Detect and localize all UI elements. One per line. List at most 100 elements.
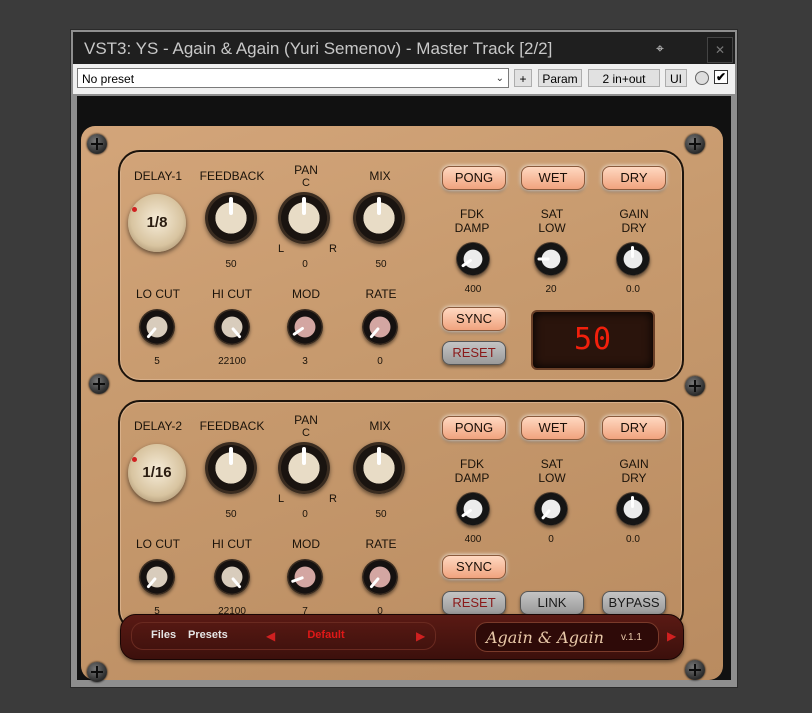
mod-knob[interactable] [287,559,323,595]
hi-cut-label: HI CUT [212,537,252,551]
hi-cut-knob[interactable] [214,309,250,345]
close-icon[interactable]: ✕ [707,37,733,63]
reset-button[interactable]: RESET [442,591,506,615]
gain-dry-label: GAIN DRY [619,457,649,485]
knob-indicator-icon [229,447,233,465]
pin-icon[interactable]: ⌖ [656,40,664,57]
rate-value: 0 [377,356,383,367]
knob-indicator-icon [460,508,473,518]
preset-browser [131,622,436,650]
screw-icon [89,374,109,394]
title-bar: VST3: YS - Again & Again (Yuri Semenov) … [73,32,735,64]
rate-label: RATE [365,287,397,301]
mix-label: MIX [369,169,391,183]
wet-dry-knob-icon[interactable] [695,71,709,85]
rate-knob[interactable] [362,309,398,345]
ui-button[interactable]: UI [665,69,687,87]
pan-right-label: R [329,493,337,505]
fdk-damp-label: FDK DAMP [454,207,490,235]
rate-label: RATE [365,537,397,551]
feedback-label: FEEDBACK [199,169,265,183]
pan-center-label: C [302,427,310,439]
delay-2-label: DELAY-2 [133,419,183,433]
delay-2-time-value: 1/16 [142,464,172,481]
fdk-damp-label: FDK DAMP [454,457,490,485]
lo-cut-knob[interactable] [139,559,175,595]
gain-dry-knob[interactable] [616,242,650,276]
mix-label: MIX [369,419,391,433]
delay-2-time-knob[interactable]: 1/16 [128,444,186,502]
feedback-knob[interactable] [205,192,257,244]
bypass-button[interactable]: BYPASS [602,591,666,615]
bypass-checkbox[interactable]: ✔ [714,70,728,84]
gain-dry-value: 0.0 [626,284,640,295]
mod-knob[interactable] [287,309,323,345]
sat-low-knob[interactable] [534,242,568,276]
dry-button[interactable]: DRY [602,416,666,440]
lo-cut-value: 5 [154,356,160,367]
window-title: VST3: YS - Again & Again (Yuri Semenov) … [84,39,553,58]
knob-indicator-icon [369,326,381,339]
screw-icon [685,376,705,396]
sat-low-knob[interactable] [534,492,568,526]
screw-icon [87,134,107,154]
pan-knob[interactable] [278,192,330,244]
fdk-damp-knob[interactable] [456,492,490,526]
indicator-dot-icon [132,207,137,212]
feedback-value: 50 [225,259,237,270]
pan-left-label: L [277,243,285,255]
pan-knob[interactable] [278,442,330,494]
prev-preset-icon[interactable]: ◀ [266,629,275,643]
sync-button[interactable]: SYNC [442,555,506,579]
feedback-knob[interactable] [205,442,257,494]
knob-indicator-icon [146,576,158,589]
fdk-damp-value: 400 [464,534,482,545]
link-button[interactable]: LINK [520,591,584,615]
knob-indicator-icon [302,447,306,465]
hi-cut-knob[interactable] [214,559,250,595]
host-toolbar: No preset ⌄ + Param 2 in+out UI ✔ [73,64,735,94]
presets-link[interactable]: Presets [188,629,228,641]
reset-button[interactable]: RESET [442,341,506,365]
next-preset-icon[interactable]: ▶ [416,629,425,643]
pan-left-label: L [277,493,285,505]
mix-knob[interactable] [353,192,405,244]
param-button[interactable]: Param [538,69,582,87]
wet-button[interactable]: WET [521,166,585,190]
knob-indicator-icon [377,447,381,465]
sync-button[interactable]: SYNC [442,307,506,331]
gain-dry-knob[interactable] [616,492,650,526]
feedback-label: FEEDBACK [199,419,265,433]
menu-arrow-icon[interactable]: ▶ [667,629,676,643]
version-label: v.1.1 [621,632,642,643]
wet-button[interactable]: WET [521,416,585,440]
gain-dry-value: 0.0 [626,534,640,545]
rate-knob[interactable] [362,559,398,595]
knob-indicator-icon [290,575,305,584]
fdk-damp-knob[interactable] [456,242,490,276]
pong-button[interactable]: PONG [442,416,506,440]
pan-value: 0 [302,259,308,270]
mix-value: 50 [375,259,387,270]
add-preset-button[interactable]: + [514,69,532,87]
mix-knob[interactable] [353,442,405,494]
preset-dropdown-value: No preset [82,72,135,86]
preset-dropdown[interactable]: No preset ⌄ [77,68,509,88]
dry-button[interactable]: DRY [602,166,666,190]
files-link[interactable]: Files [151,629,176,641]
pan-label: PAN [294,413,318,427]
knob-indicator-icon [631,246,634,258]
knob-indicator-icon [460,258,473,268]
plugin-panel: DELAY-1 1/8 FEEDBACK 50 PAN C L R 0 MIX … [81,126,723,682]
delay-1-time-knob[interactable]: 1/8 [128,194,186,252]
hi-cut-value: 22100 [218,356,246,367]
lo-cut-knob[interactable] [139,309,175,345]
io-config-button[interactable]: 2 in+out [588,69,660,87]
knob-indicator-icon [377,197,381,215]
indicator-dot-icon [132,457,137,462]
hi-cut-label: HI CUT [212,287,252,301]
product-logo: Again & Again v.1.1 [475,622,659,652]
screw-icon [685,134,705,154]
mod-label: MOD [292,287,320,301]
pong-button[interactable]: PONG [442,166,506,190]
